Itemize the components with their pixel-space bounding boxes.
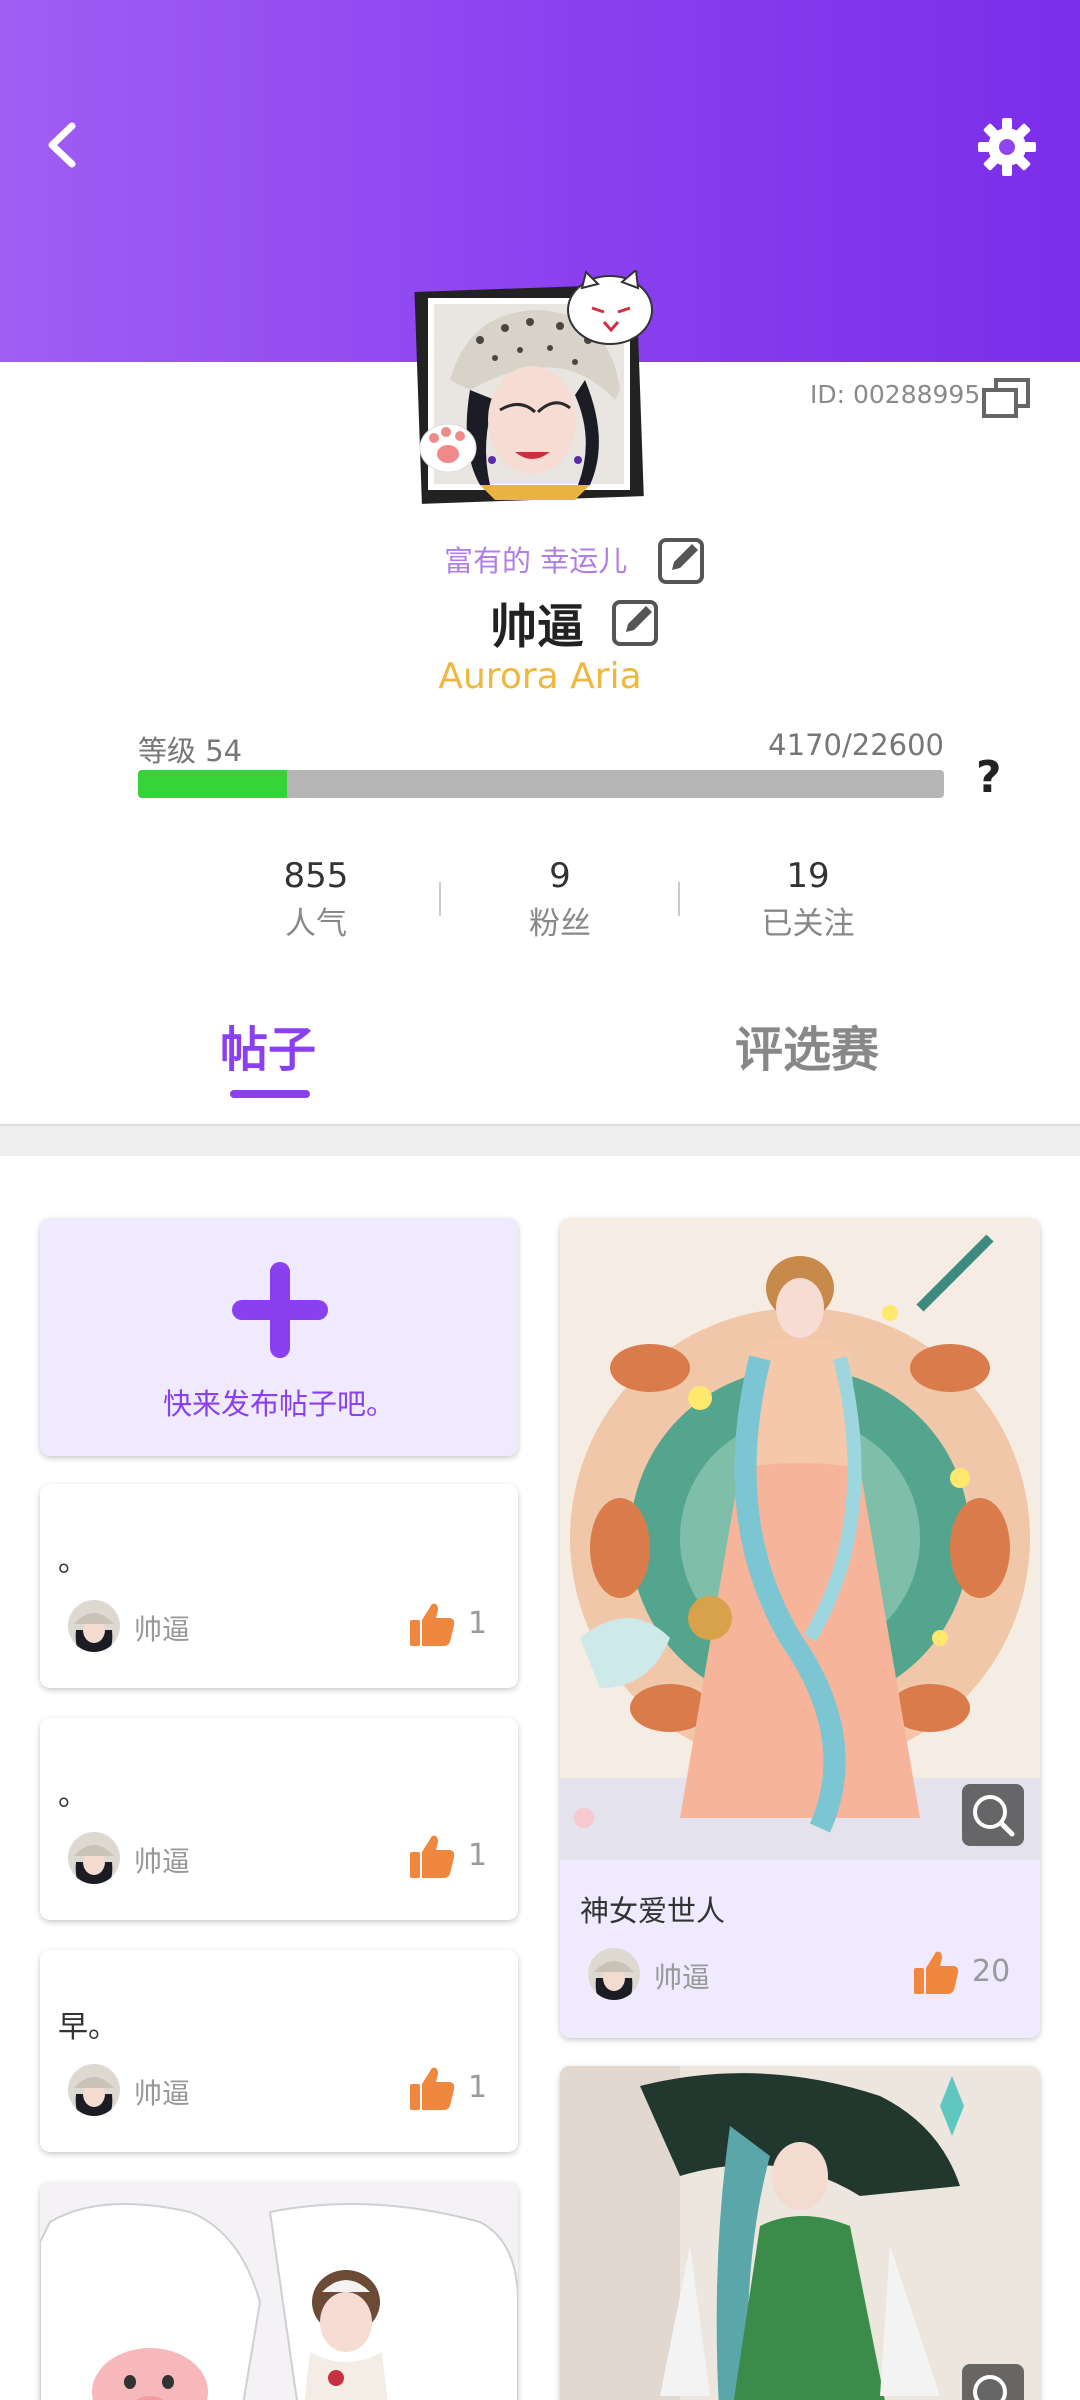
list-item[interactable]: 。 帅逼 1 (40, 1484, 518, 1688)
user-subtitle: Aurora Aria (438, 656, 642, 697)
avatar (68, 2064, 120, 2116)
profile-avatar[interactable] (410, 268, 660, 510)
stat-label: 粉丝 (529, 906, 591, 942)
post-author: 帅逼 (134, 2077, 191, 2110)
magnifier-icon (973, 1795, 1015, 1837)
profile-stats: 855 人气 9 粉丝 19 已关注 (0, 856, 1080, 946)
magnifier-icon (973, 2375, 1007, 2400)
stat-popularity[interactable]: 855 人气 (216, 856, 416, 943)
tab-indicator (230, 1090, 310, 1098)
stat-divider (439, 882, 441, 916)
post-text: 早。 (58, 2010, 118, 2045)
user-id: ID: 00288995 (810, 380, 981, 409)
edit-icon (612, 600, 658, 646)
user-nickname: 帅逼 (490, 600, 584, 655)
chevron-left-icon (48, 122, 76, 168)
post-title: 神女爱世人 (580, 1894, 726, 1928)
like-count: 1 (468, 1838, 488, 1873)
stat-value: 19 (786, 856, 830, 896)
copy-id-button[interactable] (980, 376, 1032, 420)
post-author: 帅逼 (134, 1845, 191, 1878)
section-divider (0, 1124, 1080, 1156)
copy-icon (982, 378, 1030, 418)
list-item[interactable]: 早。 帅逼 1 (40, 1950, 518, 2152)
post-image (560, 2066, 1040, 2400)
thumbs-up-icon[interactable] (408, 1832, 456, 1880)
back-button[interactable] (30, 110, 100, 180)
stat-value: 9 (549, 856, 571, 896)
gear-icon (978, 118, 1036, 176)
post-author: 帅逼 (654, 1961, 711, 1994)
new-post-label: 快来发布帖子吧。 (162, 1387, 395, 1421)
stat-following[interactable]: 19 已关注 (708, 856, 908, 943)
featured-post[interactable]: 神女爱世人 帅逼 20 (560, 1218, 1040, 2038)
xp-progress-bar (138, 770, 944, 798)
avatar (68, 1832, 120, 1884)
post-author: 帅逼 (134, 1613, 191, 1646)
edit-nickname-button[interactable] (610, 596, 662, 648)
stat-label: 已关注 (761, 906, 855, 942)
tab-posts[interactable]: 帖子 (220, 1010, 316, 1080)
post-text: 。 (58, 1544, 88, 1579)
list-item[interactable]: 。 帅逼 1 (40, 1718, 518, 1920)
thumbs-up-icon[interactable] (408, 2064, 456, 2112)
user-titles: 富有的 幸运儿 (444, 544, 628, 578)
stat-label: 人气 (285, 906, 347, 942)
level-label: 等级 54 (138, 734, 243, 768)
post-image (40, 2182, 518, 2400)
xp-text: 4170/22600 (768, 728, 944, 762)
plus-icon (232, 1262, 328, 1358)
image-post[interactable] (560, 2066, 1040, 2400)
like-count: 1 (468, 1606, 488, 1641)
edit-icon (658, 538, 704, 584)
avatar (68, 1600, 120, 1652)
post-image (560, 1218, 1040, 1860)
post-text: 。 (58, 1778, 88, 1813)
zoom-button[interactable] (962, 2364, 1024, 2400)
image-post[interactable] (40, 2182, 518, 2400)
zoom-button[interactable] (962, 1784, 1024, 1846)
stat-divider (678, 882, 680, 916)
stat-fans[interactable]: 9 粉丝 (460, 856, 660, 943)
thumbs-up-icon[interactable] (408, 1600, 456, 1648)
settings-button[interactable] (972, 112, 1042, 182)
new-post-button[interactable]: 快来发布帖子吧。 (40, 1218, 518, 1456)
stat-value: 855 (283, 856, 349, 896)
thumbs-up-icon[interactable] (912, 1948, 960, 1996)
like-count: 20 (972, 1954, 1011, 1989)
like-count: 1 (468, 2070, 488, 2105)
avatar (588, 1948, 640, 2000)
level-help-button[interactable]: ? (976, 752, 1002, 803)
tab-contests[interactable]: 评选赛 (735, 1010, 879, 1080)
edit-titles-button[interactable] (656, 534, 708, 586)
xp-progress-fill (138, 770, 287, 798)
